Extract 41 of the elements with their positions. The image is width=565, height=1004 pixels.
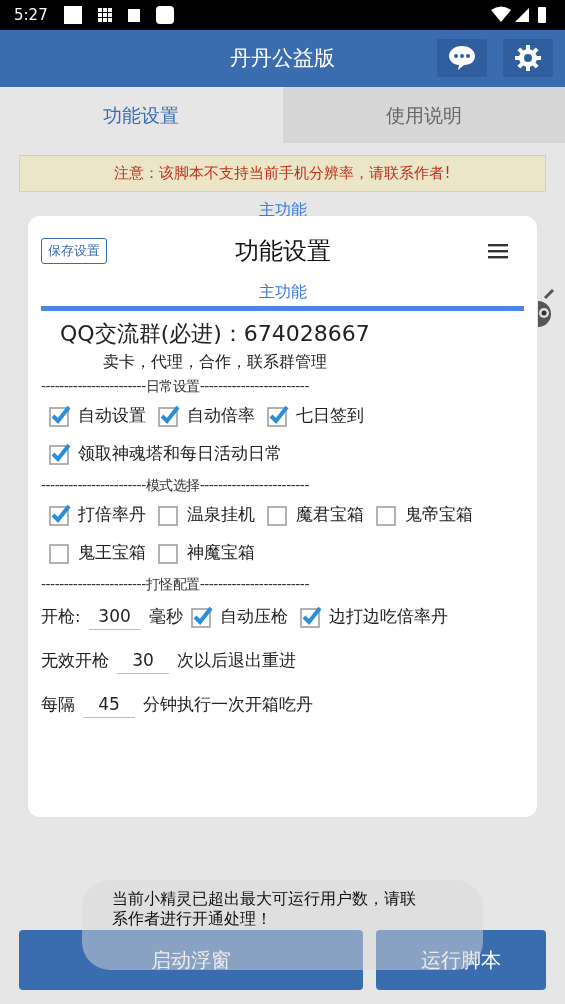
field-label: 每隔 [41, 693, 75, 716]
field-label: 开枪: [41, 605, 81, 628]
section-divider: -----------------------模式选择------------------------ [41, 476, 310, 495]
keyboard-icon [127, 8, 140, 22]
checkbox[interactable]: 七日签到 [267, 403, 364, 429]
save-settings-button[interactable]: 保存设置 [41, 238, 107, 264]
square-icon [63, 6, 82, 24]
qq-group-text: QQ交流群(必进)：674028667 [60, 320, 371, 348]
number-field[interactable]: 30 [117, 647, 169, 675]
checkbox[interactable]: 魔君宝箱 [267, 502, 364, 528]
app-title: 丹丹公益版 [230, 44, 335, 72]
checkbox[interactable]: 神魔宝箱 [158, 540, 255, 566]
checkbox[interactable]: 自动倍率 [158, 403, 255, 429]
checkbox[interactable]: 鬼王宝箱 [49, 540, 146, 566]
number-field[interactable]: 45 [83, 691, 135, 719]
group-subtitle: 卖卡，代理，合作，联系群管理 [103, 351, 328, 373]
section-divider: -----------------------打怪配置------------------------ [41, 575, 310, 594]
checkbox[interactable]: 打倍率丹 [49, 502, 146, 528]
dialog-title: 功能设置 [234, 236, 331, 267]
field-label: 毫秒 [148, 605, 183, 628]
section-divider: -----------------------日常设置------------------------ [41, 377, 310, 396]
checkbox[interactable]: 鬼帝宝箱 [376, 502, 473, 528]
chat-icon [448, 45, 476, 71]
field-label: 无效开枪 [41, 649, 109, 672]
tab[interactable]: 使用说明 [282, 87, 565, 143]
menu-icon[interactable] [488, 243, 508, 259]
checkbox[interactable]: 自动压枪 [190, 604, 288, 630]
warning-banner: 注意：该脚本不支持当前手机分辨率，请联系作者! [19, 155, 546, 192]
grid-icon [97, 8, 112, 22]
settings-button[interactable] [503, 39, 553, 77]
checkbox[interactable]: 领取神魂塔和每日活动日常 [49, 441, 282, 467]
number-field[interactable]: 300 [88, 603, 141, 631]
rounded-square-icon [155, 6, 174, 24]
status-time: 5:27 [14, 4, 48, 26]
checkbox[interactable]: 自动设置 [49, 403, 146, 429]
checkbox[interactable]: 边打边吃倍率丹 [299, 604, 448, 630]
field-label: 次以后退出重进 [177, 649, 296, 672]
checkbox[interactable]: 温泉挂机 [158, 502, 255, 528]
field-label: 分钟执行一次开箱吃丹 [143, 693, 313, 716]
main-tab[interactable]: 主功能 [41, 280, 524, 311]
chat-button[interactable] [437, 39, 487, 77]
